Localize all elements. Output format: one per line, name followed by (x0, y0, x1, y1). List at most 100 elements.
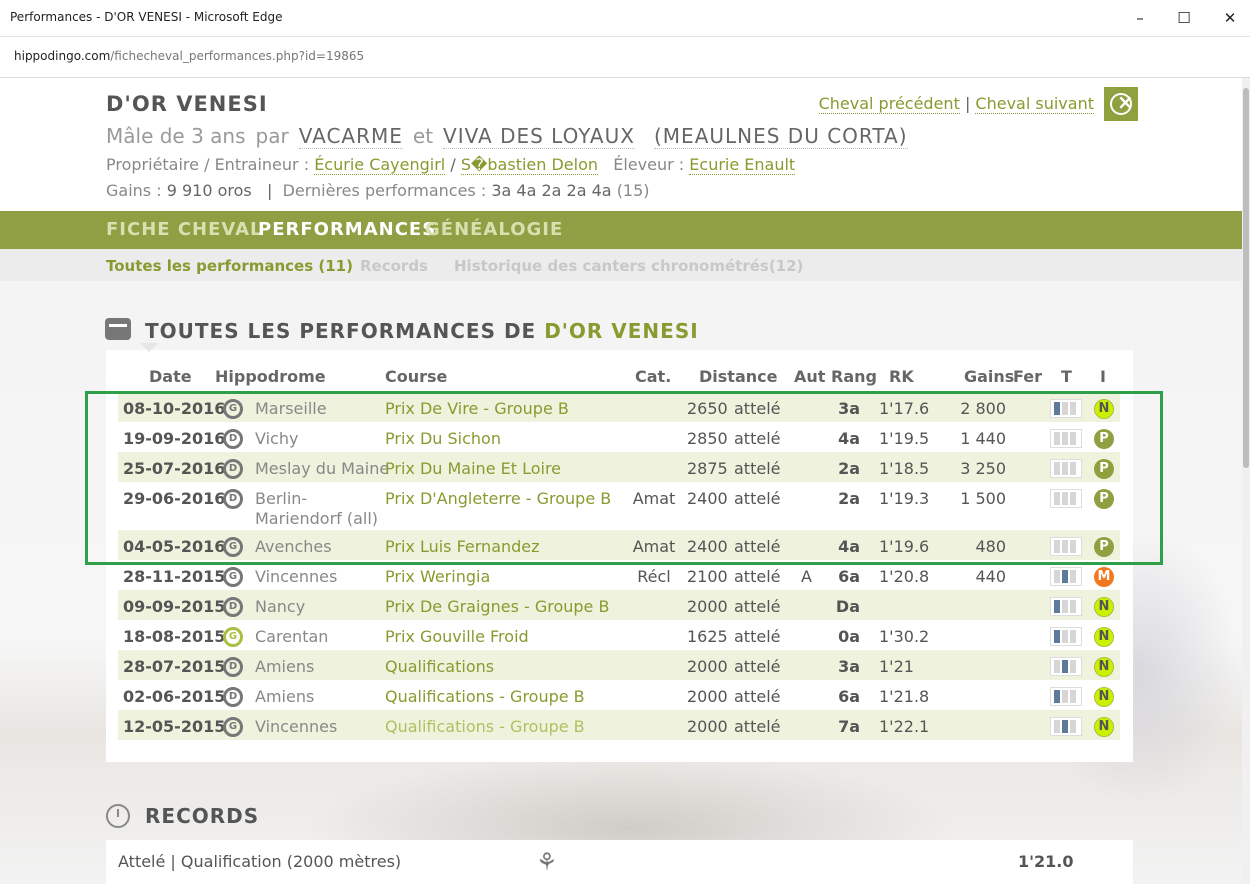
column-header: I (1100, 367, 1106, 386)
breeder-link[interactable]: Ecurie Enault (689, 155, 796, 175)
race-rk: 1'30.2 (879, 627, 930, 646)
performances-title: TOUTES LES PERFORMANCES DE D'OR VENESI (145, 319, 699, 343)
race-hippodrome: Amiens (255, 657, 315, 676)
race-date: 02-06-2015 (123, 687, 226, 706)
minimize-icon[interactable]: – (1128, 6, 1152, 30)
gains-line: Gains : 9 910 oros | Dernières performan… (106, 181, 650, 200)
race-distance: 1625 (687, 627, 728, 646)
race-type: attelé (734, 687, 781, 706)
horse-name: D'OR VENESI (106, 92, 268, 116)
race-hippodrome: Vincennes (255, 567, 338, 586)
race-aut: A (801, 567, 812, 586)
owner-line: Propriétaire / Entraineur : Écurie Cayen… (106, 155, 796, 175)
race-type: attelé (734, 657, 781, 676)
tab-genealogie[interactable]: GÉNÉALOGIE (425, 219, 563, 240)
race-date: 09-09-2015 (123, 597, 226, 616)
address-bar[interactable]: hippodingo.com/fichecheval_performances.… (0, 37, 1250, 78)
sire-link[interactable]: VACARME (298, 124, 403, 149)
race-rank: 6a (838, 687, 860, 706)
race-course-link[interactable]: Prix Weringia (385, 567, 490, 586)
race-rank: 0a (838, 627, 860, 646)
calendar-icon (105, 318, 131, 340)
subtab-records[interactable]: Records (360, 257, 428, 275)
track-direction-icon: D (223, 687, 243, 707)
race-distance: 2000 (687, 687, 728, 706)
shoeing-icon (1050, 717, 1082, 736)
subtab-canters[interactable]: Historique des canters chronométrés(12) (454, 257, 803, 275)
info-badge-icon[interactable]: N (1094, 627, 1114, 647)
subtab-all-performances[interactable]: Toutes les performances (11) (106, 257, 353, 275)
column-header: Course (385, 367, 448, 386)
race-date: 28-11-2015 (123, 567, 226, 586)
race-hippodrome: Vincennes (255, 717, 338, 736)
race-type: attelé (734, 627, 781, 646)
race-rk: 1'21.8 (879, 687, 930, 706)
info-badge-icon[interactable]: N (1094, 657, 1114, 677)
race-date: 28-07-2015 (123, 657, 226, 676)
prev-next-nav: Cheval précédent | Cheval suivant (818, 94, 1094, 114)
page-content: D'OR VENESI Mâle de 3 ans par VACARME et VIV… (0, 78, 1242, 884)
info-badge-icon[interactable]: N (1094, 717, 1114, 737)
race-date: 12-05-2015 (123, 717, 226, 736)
tab-performances[interactable]: PERFORMANCES (258, 219, 436, 240)
close-icon[interactable]: × (1104, 87, 1138, 121)
prev-horse-link[interactable]: Cheval précédent (818, 94, 960, 114)
race-rank: Da (835, 597, 860, 616)
race-hippodrome: Carentan (255, 627, 329, 646)
table-row[interactable]: 12-05-2015 G Vincennes Qualifications - Gro… (118, 710, 1120, 740)
race-date: 18-08-2015 (123, 627, 226, 646)
window-titlebar: Performances - D'OR VENESI - Microsoft E… (0, 0, 1250, 37)
owner-link[interactable]: Écurie Cayengirl (314, 155, 446, 175)
url-text[interactable]: hippodingo.com/fichecheval_performances.… (14, 49, 364, 63)
info-badge-icon[interactable]: N (1094, 597, 1114, 617)
shoeing-icon (1050, 627, 1082, 646)
track-direction-icon: D (223, 597, 243, 617)
column-header: Gains (964, 367, 1015, 386)
shoeing-icon (1050, 657, 1082, 676)
race-course-link[interactable]: Prix Gouville Froid (385, 627, 529, 646)
shoeing-icon (1050, 687, 1082, 706)
table-row[interactable]: 28-07-2015 D Amiens Qualifications 2000 attel… (118, 650, 1120, 680)
table-row[interactable]: 09-09-2015 D Nancy Prix De Graignes - Group… (118, 590, 1120, 620)
close-window-icon[interactable]: ✕ (1218, 6, 1242, 30)
maximize-icon[interactable]: ☐ (1172, 6, 1196, 30)
race-course-link[interactable]: Qualifications - Groupe B (385, 717, 585, 736)
race-course-link[interactable]: Prix De Graignes - Groupe B (385, 597, 609, 616)
table-row[interactable]: 02-06-2015 D Amiens Qualifications - Groupe… (118, 680, 1120, 710)
records-panel: Attelé | Qualification (2000 mètres) ⚘ 1… (106, 840, 1133, 884)
race-hippodrome: Amiens (255, 687, 315, 706)
record-label: Attelé | Qualification (2000 mètres) (118, 852, 402, 871)
damsire-link[interactable]: (MEAULNES DU CORTA) (654, 124, 908, 149)
shoeing-icon (1050, 597, 1082, 616)
race-course-link[interactable]: Qualifications - Groupe B (385, 687, 585, 706)
record-time: 1'21.0 (1018, 852, 1074, 871)
column-header: Cat. (635, 367, 672, 386)
race-type: attelé (734, 597, 781, 616)
table-row[interactable]: 18-08-2015 G Carentan Prix Gouville Froid 16… (118, 620, 1120, 650)
race-hippodrome: Nancy (255, 597, 306, 616)
race-type: attelé (734, 717, 781, 736)
column-header: Rang (831, 367, 877, 386)
sulky-icon: ⚘ (536, 848, 558, 876)
stopwatch-icon (106, 804, 130, 828)
next-horse-link[interactable]: Cheval suivant (975, 94, 1094, 114)
race-rk: 1'20.8 (879, 567, 930, 586)
race-rank: 6a (838, 567, 860, 586)
scrollbar-thumb[interactable] (1243, 88, 1249, 468)
track-direction-icon: G (223, 567, 243, 587)
race-type: attelé (734, 567, 781, 586)
race-distance: 2000 (687, 657, 728, 676)
horse-lineage: Mâle de 3 ans par VACARME et VIVA DES LOYAUX… (106, 124, 908, 149)
race-rk: 1'22.1 (879, 717, 930, 736)
tab-fiche-cheval[interactable]: FICHE CHEVAL (106, 219, 263, 240)
info-badge-icon[interactable]: M (1094, 567, 1114, 587)
scrollbar[interactable] (1242, 78, 1250, 884)
race-distance: 2100 (687, 567, 728, 586)
shoeing-icon (1050, 567, 1082, 586)
track-direction-icon: D (223, 657, 243, 677)
trainer-link[interactable]: S�bastien Delon (460, 155, 599, 175)
info-badge-icon[interactable]: N (1094, 687, 1114, 707)
dam-link[interactable]: VIVA DES LOYAUX (443, 124, 635, 149)
race-course-link[interactable]: Qualifications (385, 657, 494, 676)
highlight-box (85, 391, 1163, 565)
